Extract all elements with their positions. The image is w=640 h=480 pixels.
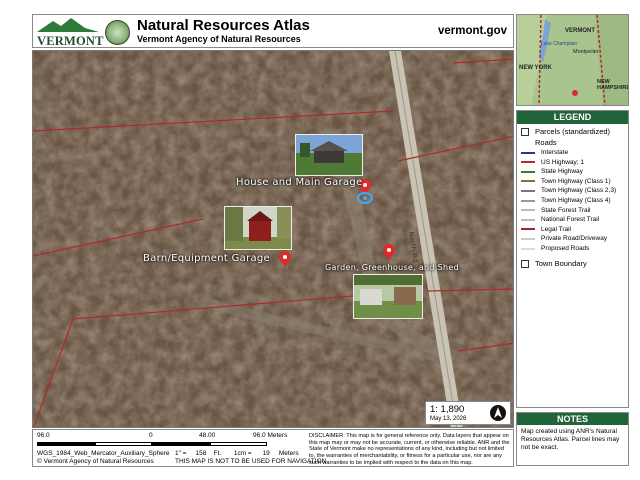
map-date: May 13, 2026 [430,416,467,422]
unit-conversion-text: 1" = 158 Ft. 1cm = 19 Meters [175,450,299,457]
legend-road-item: Proposed Roads [521,245,589,252]
inset-label-ny: NEW YORK [519,65,552,71]
legend-roads-label: Roads [535,138,557,147]
road-swatch [521,199,535,202]
legend-road-item: State Forest Trail [521,207,591,214]
town-boundary-swatch [521,259,529,268]
scale-ratio: 1: 1,890 [430,404,465,415]
notes-text: Map created using ANR's Natural Resource… [521,428,620,452]
legend-town-boundary-label: Town Boundary [535,259,587,268]
legend-road-item: Interstate [521,149,568,156]
disclaimer-text: DISCLAIMER: This map is for general refe… [309,433,510,466]
legend-road-label: Interstate [541,149,569,156]
legend-road-item: Town Highway (Class 4) [521,197,611,204]
scale-bar [37,442,267,446]
barn-image [225,207,291,249]
road-swatch [521,247,535,250]
legend-road-label: Town Highway (Class 2,3) [541,187,617,195]
road-swatch [521,180,535,183]
logo-text: VERMONT [37,34,104,48]
road-swatch [521,170,535,173]
scale-label-right: 96.0 Meters [253,432,288,439]
house-photo[interactable] [295,134,363,176]
inset-label-lake: Lake Champlain [541,41,578,47]
legend-road-label: Town Highway (Class 4) [541,197,611,204]
garden-photo[interactable] [353,274,423,319]
scale-label-left: 96.0 [37,432,50,439]
barn-photo[interactable] [224,206,292,250]
road-swatch [521,228,535,231]
notes-title: NOTES [517,413,628,425]
scale-box: 1: 1,890 May 13, 2026 [425,401,511,425]
inset-label-vermont: VERMONT [565,28,595,34]
north-arrow-icon [490,405,506,421]
notes-panel: NOTES Map created using ANR's Natural Re… [516,412,629,466]
legend-road-item: Town Highway (Class 1) [521,178,611,185]
marker-label-garden: Garden, Greenhouse, and Shed [325,263,459,272]
legend-road-label: State Forest Trail [541,206,591,214]
map-footer: 96.0 0 48.00 96.0 Meters WGS_1984_Web_Me… [32,429,514,467]
legend-road-item: State Highway [521,168,583,175]
mountain-icon [37,18,99,32]
aerial-map[interactable]: House and Main Garage Barn/Equipment Gar… [32,50,514,428]
navigation-warning: THIS MAP IS NOT TO BE USED FOR NAVIGATIO… [175,458,327,465]
legend-title: LEGEND [517,111,628,124]
legend-road-label: Private Road/Driveway [541,235,608,243]
copyright-text: © Vermont Agency of Natural Resources [37,458,154,465]
current-location-icon [357,191,373,210]
page-title: Natural Resources Atlas [137,17,310,34]
legend-road-item: US Highway; 1 [521,159,584,166]
map-pin-icon[interactable] [383,244,395,265]
house-image [296,135,362,175]
parcel-swatch [521,127,529,136]
legend-town-boundary: Town Boundary [521,259,587,268]
legend-road-label: National Forest Trail [541,216,600,224]
scale-label-zero: 0 [149,432,153,439]
garden-image [354,275,422,318]
legend-parcels-label: Parcels (standardized) [535,127,611,136]
road-swatch [521,189,535,192]
inset-label-montpelier: Montpelier [573,49,599,55]
legend-road-label: State Highway [541,168,583,176]
vermont-logo: VERMONT [35,17,131,48]
marker-label-house: House and Main Garage [236,177,363,188]
legend-road-label: Legal Trail [541,225,571,233]
projection-text: WGS_1984_Web_Mercator_Auxiliary_Sphere [37,450,170,457]
legend-road-item: National Forest Trail [521,216,599,223]
page-subtitle: Vermont Agency of Natural Resources [137,34,301,44]
road-swatch [521,209,535,212]
legend-panel: LEGEND Parcels (standardized) Roads Inte… [516,110,629,408]
legend-parcels: Parcels (standardized) [521,127,610,136]
map-header: VERMONT Natural Resources Atlas Vermont … [32,14,514,48]
locator-inset-map[interactable]: Lake Champlain VERMONT Montpelier NEW YO… [516,14,629,106]
legend-road-item: Legal Trail [521,226,571,233]
marker-label-barn: Barn/Equipment Garage [143,253,271,264]
map-pin-icon[interactable] [279,251,291,272]
website-link[interactable]: vermont.gov [438,25,507,37]
road-swatch [521,151,535,154]
legend-road-item: Town Highway (Class 2,3) [521,187,616,194]
inset-label-nh: NEW HAMPSHIRE [597,79,629,91]
legend-road-label: Town Highway (Class 1) [541,177,611,185]
legend-roads-heading: Roads [535,138,557,147]
road-swatch [521,161,535,164]
legend-road-label: Proposed Roads [541,245,590,252]
legend-road-item: Private Road/Driveway [521,235,607,242]
legend-road-label: US Highway; 1 [541,158,584,166]
scale-label-mid: 48.00 [199,432,216,439]
road-swatch [521,237,535,240]
vermont-seal-icon [105,20,130,45]
road-swatch [521,218,535,221]
